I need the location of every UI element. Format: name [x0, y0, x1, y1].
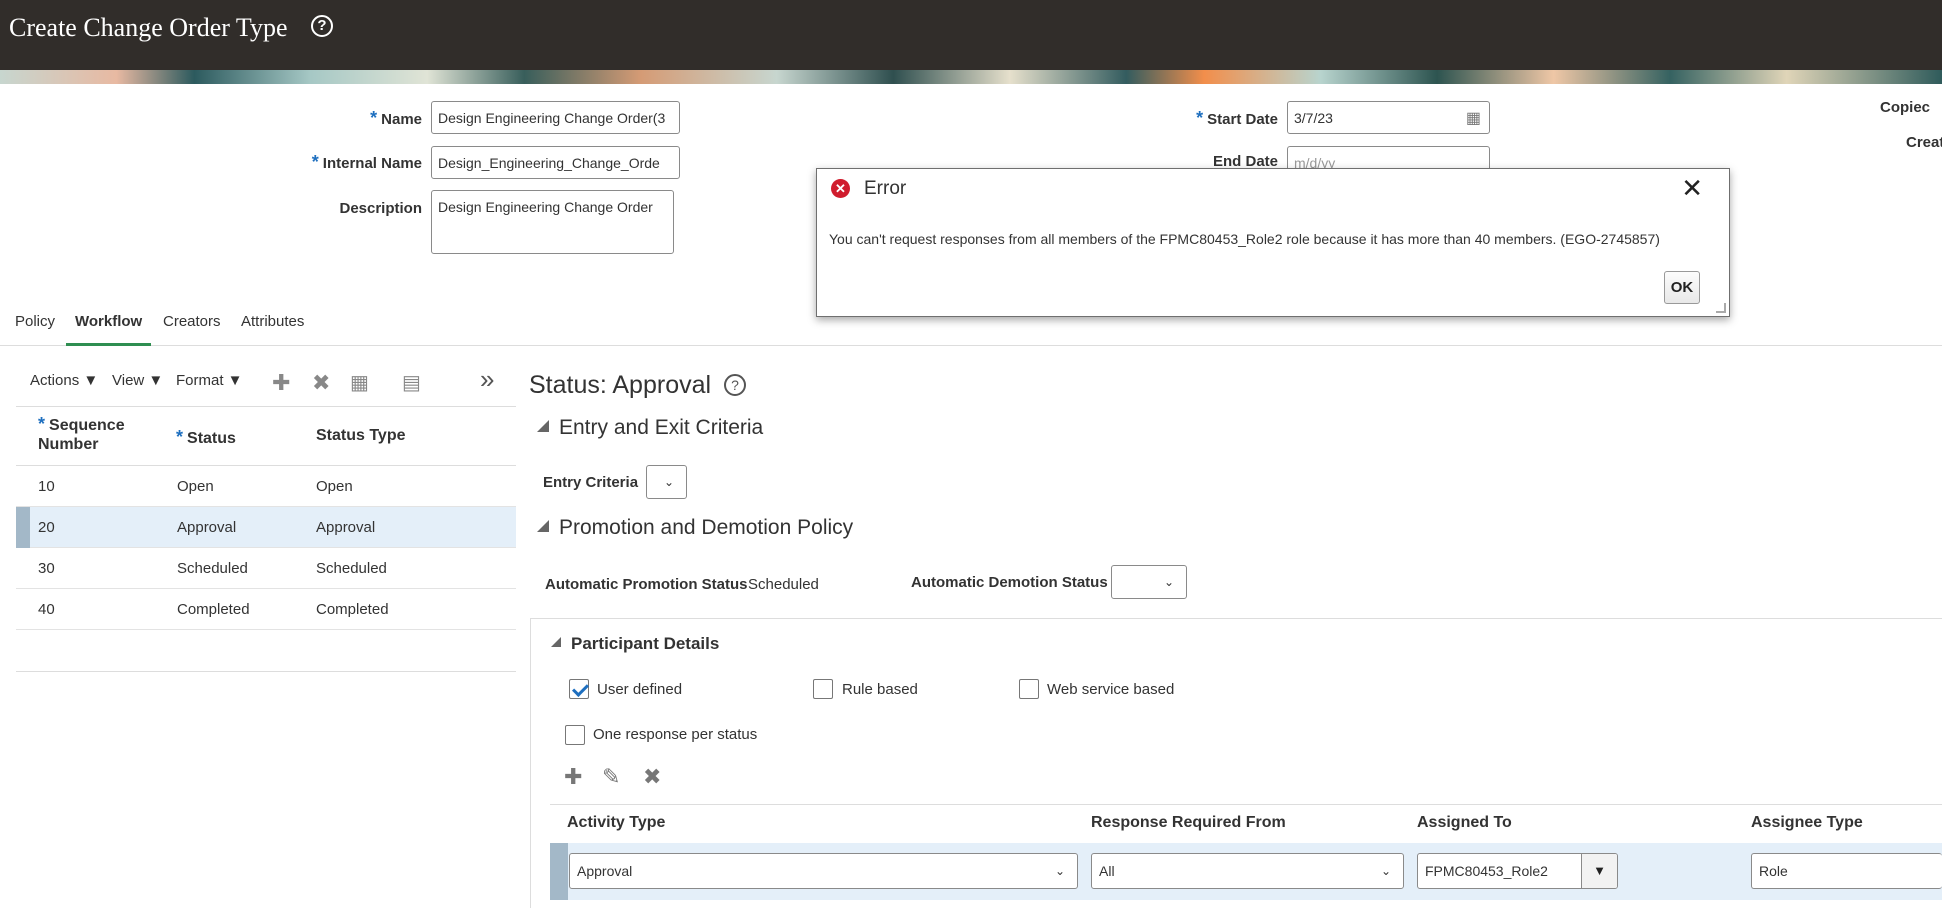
- tab-attributes[interactable]: Attributes: [241, 310, 304, 346]
- rule-based-label: Rule based: [842, 681, 918, 698]
- view-menu[interactable]: View ▼: [112, 372, 163, 389]
- add-icon[interactable]: ✚: [272, 370, 290, 396]
- auto-demotion-label: Automatic Demotion Status: [911, 574, 1108, 591]
- response-required-select[interactable]: All ⌄: [1091, 853, 1404, 889]
- status-header: * Status: [176, 427, 236, 447]
- collapse-triangle-icon: [537, 520, 549, 532]
- web-service-based-label: Web service based: [1047, 681, 1175, 698]
- table-row[interactable]: 10 Open Open: [16, 466, 516, 507]
- copied-from-label: Copiec: [1880, 99, 1931, 116]
- response-required-header: Response Required From: [1091, 814, 1286, 831]
- table-row[interactable]: 40 Completed Completed: [16, 589, 516, 630]
- description-textarea[interactable]: Design Engineering Change Order: [431, 190, 674, 254]
- chevron-down-icon: ⌄: [1054, 864, 1065, 878]
- assignee-type-input[interactable]: Role: [1751, 853, 1942, 889]
- chevron-down-icon: ⌄: [1163, 575, 1174, 589]
- status-type-cell: Approval: [316, 519, 376, 536]
- name-input[interactable]: Design Engineering Change Order(3: [431, 101, 680, 134]
- table-row[interactable]: 30 Scheduled Scheduled: [16, 548, 516, 589]
- sequence-cell: 10: [38, 478, 55, 495]
- web-service-based-checkbox[interactable]: [1019, 679, 1039, 699]
- internal-name-label: * Internal Name: [311, 152, 422, 172]
- status-title: Status: Approval ?: [529, 371, 747, 400]
- add-participant-icon[interactable]: ✚: [564, 764, 582, 790]
- entry-criteria-label: Entry Criteria: [543, 474, 639, 491]
- edit-participant-icon[interactable]: ✎: [602, 764, 620, 790]
- user-defined-label: User defined: [597, 681, 683, 698]
- sequence-cell: 30: [38, 560, 55, 577]
- internal-name-input[interactable]: Design_Engineering_Change_Orde: [431, 146, 680, 179]
- freeze-icon[interactable]: ▦: [350, 370, 369, 395]
- table-row-selected[interactable]: 20 Approval Approval: [16, 507, 516, 548]
- decorative-banner: [0, 70, 1942, 84]
- status-type-cell: Scheduled: [316, 560, 387, 577]
- status-type-cell: Open: [316, 478, 353, 495]
- activity-type-header: Activity Type: [567, 814, 666, 831]
- collapse-triangle-icon: [537, 420, 549, 432]
- error-dialog: ✕ Error ✕ You can't request responses fr…: [816, 168, 1730, 317]
- close-icon[interactable]: ✕: [1681, 173, 1703, 204]
- chevron-down-icon: ⌄: [1380, 864, 1391, 878]
- status-cell: Completed: [177, 601, 250, 618]
- assigned-to-header: Assigned To: [1417, 814, 1512, 831]
- detach-icon[interactable]: ▤: [402, 370, 421, 395]
- start-date-input[interactable]: 3/7/23 ▦: [1287, 101, 1490, 134]
- one-response-checkbox[interactable]: [565, 725, 585, 745]
- created-by-label: Creat: [1906, 134, 1942, 151]
- collapse-triangle-icon: [551, 637, 561, 647]
- delete-participant-icon[interactable]: ✖: [643, 764, 661, 790]
- format-menu[interactable]: Format ▼: [176, 372, 243, 389]
- assignee-type-header: Assignee Type: [1751, 814, 1863, 831]
- activity-type-select[interactable]: Approval ⌄: [569, 853, 1078, 889]
- status-cell: Open: [177, 478, 214, 495]
- expand-panel-icon[interactable]: »: [480, 364, 494, 395]
- start-date-label: * Start Date: [1196, 108, 1278, 128]
- rule-based-checkbox[interactable]: [813, 679, 833, 699]
- entry-criteria-select[interactable]: ⌄: [646, 465, 687, 499]
- status-cell: Approval: [177, 519, 237, 536]
- page-title: Create Change Order Type: [9, 13, 288, 42]
- auto-promotion-value: Scheduled: [748, 576, 819, 593]
- assigned-to-input[interactable]: FPMC80453_Role2 ▼: [1417, 853, 1618, 889]
- page-header: Create Change Order Type ?: [0, 0, 1942, 70]
- sequence-cell: 20: [38, 519, 55, 536]
- auto-promotion-label: Automatic Promotion Status: [545, 576, 748, 593]
- ok-button[interactable]: OK: [1664, 271, 1700, 304]
- dropdown-arrow-icon[interactable]: ▼: [1581, 854, 1617, 888]
- error-message: You can't request responses from all mem…: [829, 231, 1660, 247]
- calendar-icon[interactable]: ▦: [1466, 108, 1481, 128]
- chevron-down-icon: ⌄: [663, 475, 674, 489]
- delete-icon[interactable]: ✖: [312, 370, 330, 396]
- error-icon: ✕: [831, 179, 850, 198]
- status-cell: Scheduled: [177, 560, 248, 577]
- participants-table-header: Activity Type Response Required From Ass…: [550, 804, 1942, 844]
- name-label: * Name: [370, 108, 422, 128]
- entry-exit-criteria-header[interactable]: Entry and Exit Criteria: [537, 416, 763, 440]
- actions-menu[interactable]: Actions ▼: [30, 372, 98, 389]
- help-icon[interactable]: ?: [724, 374, 747, 396]
- sequence-cell: 40: [38, 601, 55, 618]
- dialog-title: Error: [864, 178, 907, 199]
- user-defined-checkbox[interactable]: [569, 679, 589, 699]
- description-label: Description: [339, 200, 422, 217]
- status-type-cell: Completed: [316, 601, 389, 618]
- row-selection-indicator: [16, 507, 30, 548]
- sequence-number-header: * Sequence Number: [38, 414, 125, 454]
- row-selection-indicator: [550, 843, 568, 900]
- auto-demotion-select[interactable]: ⌄: [1111, 565, 1187, 599]
- promotion-demotion-header[interactable]: Promotion and Demotion Policy: [537, 516, 853, 540]
- status-table-header: * Sequence Number * Status Status Type: [16, 406, 516, 466]
- resize-handle-icon[interactable]: [1716, 303, 1726, 313]
- table-footer-divider: [16, 671, 516, 672]
- participant-details-header[interactable]: Participant Details: [551, 634, 719, 654]
- table-row[interactable]: Approval ⌄ All ⌄ FPMC80453_Role2 ▼ Role: [550, 843, 1942, 900]
- one-response-label: One response per status: [593, 726, 758, 743]
- tab-creators[interactable]: Creators: [163, 310, 221, 346]
- help-icon[interactable]: ?: [311, 15, 333, 37]
- tab-policy[interactable]: Policy: [15, 310, 55, 346]
- tab-workflow[interactable]: Workflow: [66, 310, 152, 346]
- status-type-header: Status Type: [316, 427, 406, 444]
